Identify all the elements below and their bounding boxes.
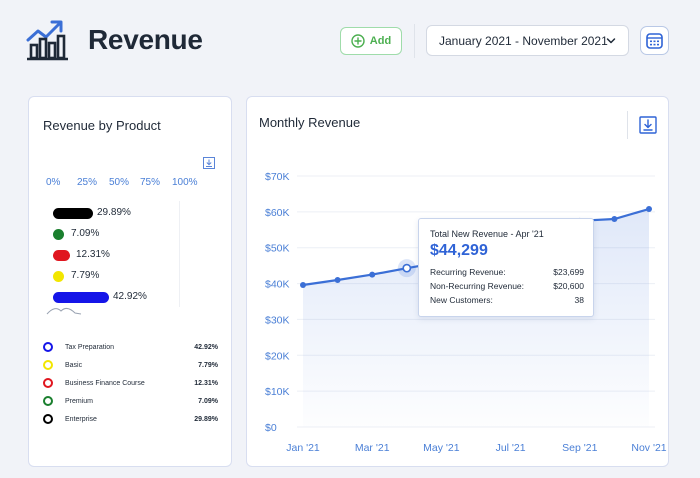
tooltip-row: Non-Recurring Revenue: $20,600 [430, 281, 584, 291]
y-tick-label: $10K [265, 386, 290, 398]
calendar-button[interactable] [640, 26, 669, 55]
data-point[interactable] [334, 276, 341, 283]
x-tick-label: Mar '21 [355, 442, 390, 454]
chart-tooltip: Total New Revenue - Apr '21 $44,299 Recu… [418, 218, 594, 317]
tooltip-row-value: 38 [574, 295, 584, 305]
legend-item[interactable]: Basic 7.79% [43, 357, 221, 373]
legend-item[interactable]: Enterprise 29.89% [43, 411, 221, 427]
legend-ring [43, 414, 53, 424]
legend-label: Tax Preparation [65, 343, 115, 351]
calendar-icon [646, 32, 663, 49]
card-title: Revenue by Product [43, 118, 161, 133]
legend-value: 42.92% [194, 343, 218, 351]
tooltip-total: $44,299 [430, 242, 488, 259]
bar-tax-preparation[interactable] [53, 292, 109, 303]
data-point-highlighted[interactable] [402, 263, 412, 273]
x-tick-label: Jan '21 [286, 442, 320, 454]
bar-business-finance[interactable] [53, 250, 70, 261]
legend-label: Premium [65, 397, 94, 405]
data-point[interactable] [611, 216, 618, 223]
scale-tick: 25% [77, 177, 98, 188]
data-point[interactable] [369, 271, 376, 278]
date-range-select[interactable]: January 2021 - November 2021 [426, 25, 629, 56]
monthly-revenue-card: Monthly Revenue $0 $10K $20K $30K $40K $50K $6… [246, 96, 669, 467]
x-tick-label: Nov '21 [631, 442, 666, 454]
tooltip-row: New Customers: 38 [430, 295, 584, 305]
scale-tick: 100% [172, 177, 198, 188]
add-button-label: Add [369, 35, 392, 47]
plus-circle-icon [351, 34, 365, 48]
bar-label: 7.79% [71, 270, 100, 281]
legend-value: 7.09% [198, 397, 218, 405]
page-title: Revenue [88, 24, 203, 55]
y-tick-label: $60K [265, 207, 290, 219]
x-tick-label: May '21 [423, 442, 460, 454]
chevron-down-icon [606, 38, 616, 44]
tooltip-row-label: Recurring Revenue: [430, 267, 506, 277]
header-divider [414, 24, 415, 58]
legend-value: 29.89% [194, 415, 218, 423]
tooltip-row-value: $23,699 [553, 267, 584, 277]
y-tick-label: $20K [265, 350, 290, 362]
tooltip-row-value: $20,600 [553, 281, 584, 291]
percent-scale: 0% 25% 50% 75% 100% [46, 177, 202, 188]
data-point[interactable] [646, 205, 652, 212]
legend-ring [43, 342, 53, 352]
page-header: Revenue Add January 2021 - November 2021 [0, 0, 700, 82]
legend-item[interactable]: Business Finance Course 12.31% [43, 375, 221, 391]
legend-item[interactable]: Tax Preparation 42.92% [43, 339, 221, 355]
legend-label: Basic [65, 361, 83, 369]
bar-basic[interactable] [53, 271, 64, 282]
bar-label: 12.31% [76, 249, 110, 260]
y-tick-label: $30K [265, 314, 290, 326]
date-range-value: January 2021 - November 2021 [439, 33, 608, 48]
scale-tick: 50% [109, 177, 130, 188]
tooltip-row-label: Non-Recurring Revenue: [430, 281, 525, 291]
legend-ring [43, 396, 53, 406]
legend-ring [43, 378, 53, 388]
sparkline-decoration [46, 307, 82, 315]
legend-label: Business Finance Course [65, 379, 145, 387]
y-tick-label: $0 [265, 422, 277, 434]
x-tick-label: Jul '21 [496, 442, 526, 454]
tooltip-row: Recurring Revenue: $23,699 [430, 267, 584, 277]
bar-enterprise[interactable] [53, 208, 93, 219]
revenue-chart-icon [26, 20, 68, 61]
add-button[interactable]: Add [340, 27, 402, 55]
legend-value: 7.79% [198, 361, 218, 369]
y-tick-label: $70K [265, 171, 290, 183]
legend-value: 12.31% [194, 379, 218, 387]
legend-ring [43, 360, 53, 370]
y-tick-label: $40K [265, 279, 290, 291]
y-tick-label: $50K [265, 243, 290, 255]
bar-premium[interactable] [53, 229, 64, 240]
bar-label: 7.09% [71, 228, 100, 239]
scale-tick: 0% [46, 177, 61, 188]
x-tick-label: Sep '21 [562, 442, 597, 454]
bar-label: 29.89% [97, 207, 131, 218]
legend-label: Enterprise [65, 415, 97, 423]
legend-item[interactable]: Premium 7.09% [43, 393, 221, 409]
data-point[interactable] [300, 282, 306, 289]
revenue-by-product-card: Revenue by Product 0% 25% 50% 75% 100% 2… [28, 96, 232, 467]
tooltip-title: Total New Revenue - Apr '21 [430, 229, 544, 239]
scale-tick: 75% [140, 177, 161, 188]
bar-label: 42.92% [113, 291, 147, 302]
tooltip-row-label: New Customers: [430, 295, 493, 305]
scale-gridline [179, 201, 180, 307]
download-icon[interactable] [203, 157, 215, 169]
